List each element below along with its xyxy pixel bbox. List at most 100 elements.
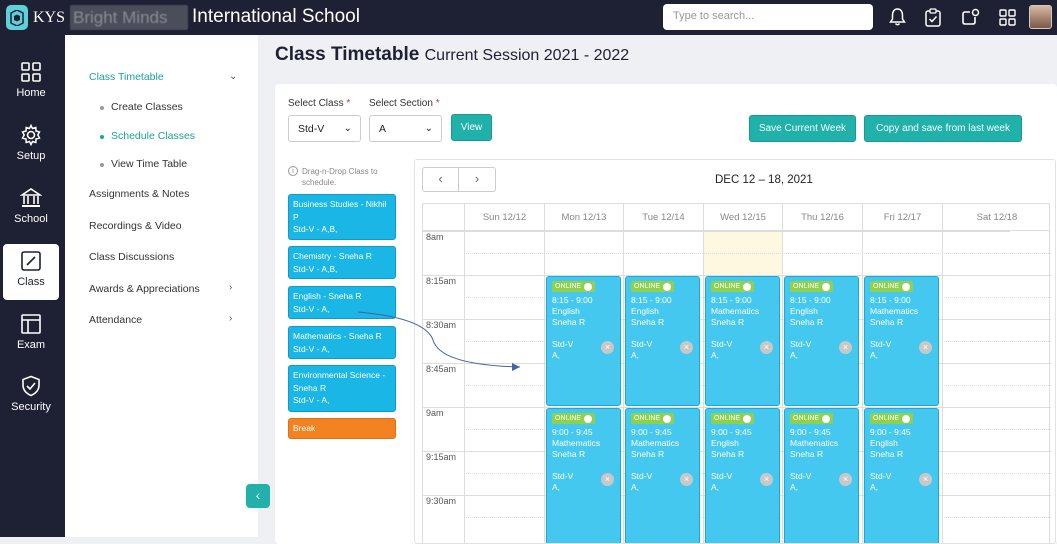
class-card-english[interactable]: English - Sneha R Std-V - A, — [288, 286, 396, 319]
logo[interactable]: KYS — [6, 5, 65, 30]
chevron-down-icon: ⌄ — [424, 123, 433, 134]
nav-exam-label: Exam — [16, 339, 46, 351]
event-card[interactable]: ONLINE 8:15 - 9:00 Mathematics Sneha R Std… — [705, 276, 780, 406]
nav-exam[interactable]: Exam — [3, 307, 59, 363]
user-avatar[interactable] — [1029, 5, 1052, 29]
event-card[interactable]: ONLINE 9:00 - 9:45 Mathematics Sneha R Std… — [784, 408, 859, 543]
chevron-right-icon[interactable]: › — [229, 313, 232, 324]
gear-icon — [21, 124, 41, 146]
class-card-break[interactable]: Break — [288, 418, 396, 439]
copy-from-last-week-button[interactable]: Copy and save from last week — [864, 115, 1022, 142]
save-current-week-button[interactable]: Save Current Week — [749, 115, 856, 142]
event-card[interactable]: ONLINE 8:15 - 9:00 English Sneha R Std-V A,… — [625, 276, 700, 406]
logo-text: KYS — [33, 8, 66, 26]
subnav-class-discussions[interactable]: Class Discussions — [89, 251, 174, 263]
remove-event-icon[interactable]: × — [839, 341, 852, 354]
clipboard-check-icon[interactable] — [923, 7, 943, 27]
select-class-label: Select Class * — [288, 98, 351, 109]
remove-event-icon[interactable]: × — [601, 341, 614, 354]
next-week-button[interactable]: › — [459, 167, 496, 192]
select-section-dropdown[interactable]: A ⌄ — [369, 115, 442, 142]
nav-school[interactable]: School — [3, 181, 59, 237]
online-toggle[interactable]: ONLINE — [790, 281, 834, 292]
online-toggle[interactable]: ONLINE — [631, 413, 675, 424]
event-card[interactable]: ONLINE 9:00 - 9:45 Mathematics Sneha R Std… — [625, 408, 700, 543]
online-toggle[interactable]: ONLINE — [711, 413, 755, 424]
online-toggle[interactable]: ONLINE — [552, 281, 596, 292]
logo-icon — [6, 5, 28, 30]
remove-event-icon[interactable]: × — [760, 341, 773, 354]
time-label: 8:45am — [426, 364, 457, 374]
chevron-left-icon: ‹ — [438, 171, 443, 186]
school-building-icon — [20, 188, 42, 207]
prev-week-button[interactable]: ‹ — [422, 167, 459, 192]
nav-security[interactable]: Security — [3, 369, 59, 425]
remove-event-icon[interactable]: × — [839, 473, 852, 486]
home-grid-icon — [21, 62, 41, 82]
day-header: Tue 12/14 — [623, 204, 703, 232]
event-card[interactable]: ONLINE 8:15 - 9:00 Mathematics Sneha R Std… — [864, 276, 939, 406]
day-header: Fri 12/17 — [862, 204, 942, 232]
remove-event-icon[interactable]: × — [680, 341, 693, 354]
nav-class[interactable]: Class — [3, 244, 59, 300]
subnav-recordings-video[interactable]: Recordings & Video — [89, 220, 182, 232]
subnav-awards[interactable]: Awards & Appreciations — [89, 283, 200, 295]
chevron-right-icon[interactable]: › — [229, 282, 232, 293]
online-toggle[interactable]: ONLINE — [790, 413, 834, 424]
exam-layout-icon — [21, 314, 41, 334]
page-title-text: Class Timetable — [275, 44, 420, 65]
time-label: 8am — [426, 232, 444, 242]
class-card-environmental-science[interactable]: Environmental Science - Sneha R Std-V - A… — [288, 365, 396, 412]
subnav-assignments-notes[interactable]: Assignments & Notes — [89, 188, 189, 200]
online-toggle[interactable]: ONLINE — [711, 281, 755, 292]
subnav-view-time-table[interactable]: View Time Table — [99, 158, 187, 170]
nav-setup-label: Setup — [16, 150, 46, 162]
subnav-schedule-classes[interactable]: Schedule Classes — [99, 130, 195, 142]
online-toggle[interactable]: ONLINE — [631, 281, 675, 292]
chevron-down-icon[interactable]: ⌄ — [229, 71, 237, 82]
calendar-grid[interactable]: 8am 8:15am 8:30am 8:45am 9am 9:15am 9:30… — [422, 231, 1051, 543]
notification-dot-icon[interactable] — [960, 7, 980, 27]
nav-school-label: School — [14, 213, 48, 225]
calendar: ‹ › DEC 12 – 18, 2021 Sun 12/12 Mon 12/1… — [414, 159, 1056, 544]
nav-security-label: Security — [11, 401, 51, 413]
event-card[interactable]: ONLINE 9:00 - 9:45 English Sneha R Std-V A,… — [705, 408, 780, 543]
subnav-attendance[interactable]: Attendance — [89, 314, 142, 326]
event-card[interactable]: ONLINE 9:00 - 9:45 English Sneha R Std-V A,… — [864, 408, 939, 543]
apps-grid-icon[interactable] — [997, 7, 1017, 27]
remove-event-icon[interactable]: × — [680, 473, 693, 486]
nav-home[interactable]: Home — [3, 55, 59, 111]
subnav-create-classes[interactable]: Create Classes — [100, 101, 183, 113]
chevron-right-icon: › — [474, 171, 480, 186]
main-nav: Home Setup School Class Exam Security — [0, 35, 65, 537]
class-card-mathematics[interactable]: Mathematics - Sneha R Std-V - A, — [288, 326, 396, 359]
school-name: International School — [192, 6, 360, 27]
day-header: Sun 12/12 — [464, 204, 544, 232]
time-label: 8:30am — [426, 320, 457, 330]
online-toggle[interactable]: ONLINE — [552, 413, 596, 424]
remove-event-icon[interactable]: × — [919, 473, 932, 486]
nav-setup[interactable]: Setup — [3, 118, 59, 174]
event-card[interactable]: ONLINE 8:15 - 9:00 English Sneha R Std-V A,… — [546, 276, 621, 406]
search-input[interactable]: Type to search... — [663, 4, 873, 30]
event-card[interactable]: ONLINE 9:00 - 9:45 Mathematics Sneha R Std… — [546, 408, 621, 543]
shield-check-icon — [22, 375, 40, 397]
event-card[interactable]: ONLINE 8:15 - 9:00 English Sneha R Std-V A,… — [784, 276, 859, 406]
view-button[interactable]: View — [451, 114, 492, 141]
day-header: Wed 12/15 — [703, 204, 782, 232]
bell-icon[interactable] — [887, 7, 907, 27]
class-card-business-studies[interactable]: Business Studies - Nikhil P Std-V - A,B, — [288, 194, 396, 240]
remove-event-icon[interactable]: × — [601, 473, 614, 486]
day-header: Sat 12/18 — [942, 204, 1051, 232]
online-toggle[interactable]: ONLINE — [870, 413, 914, 424]
online-toggle[interactable]: ONLINE — [870, 281, 914, 292]
select-class-dropdown[interactable]: Std-V ⌄ — [288, 115, 361, 142]
class-card-chemistry[interactable]: Chemistry - Sneha R Std-V - A,B, — [288, 246, 396, 279]
remove-event-icon[interactable]: × — [919, 341, 932, 354]
subnav-class-timetable[interactable]: Class Timetable — [89, 71, 164, 83]
day-header: Thu 12/16 — [782, 204, 862, 232]
day-header: Mon 12/13 — [544, 204, 623, 232]
remove-event-icon[interactable]: × — [760, 473, 773, 486]
top-bar: KYS Bright Minds International School Ty… — [0, 0, 1057, 35]
sub-nav: Class Timetable ⌄ Create Classes Schedul… — [65, 35, 270, 537]
